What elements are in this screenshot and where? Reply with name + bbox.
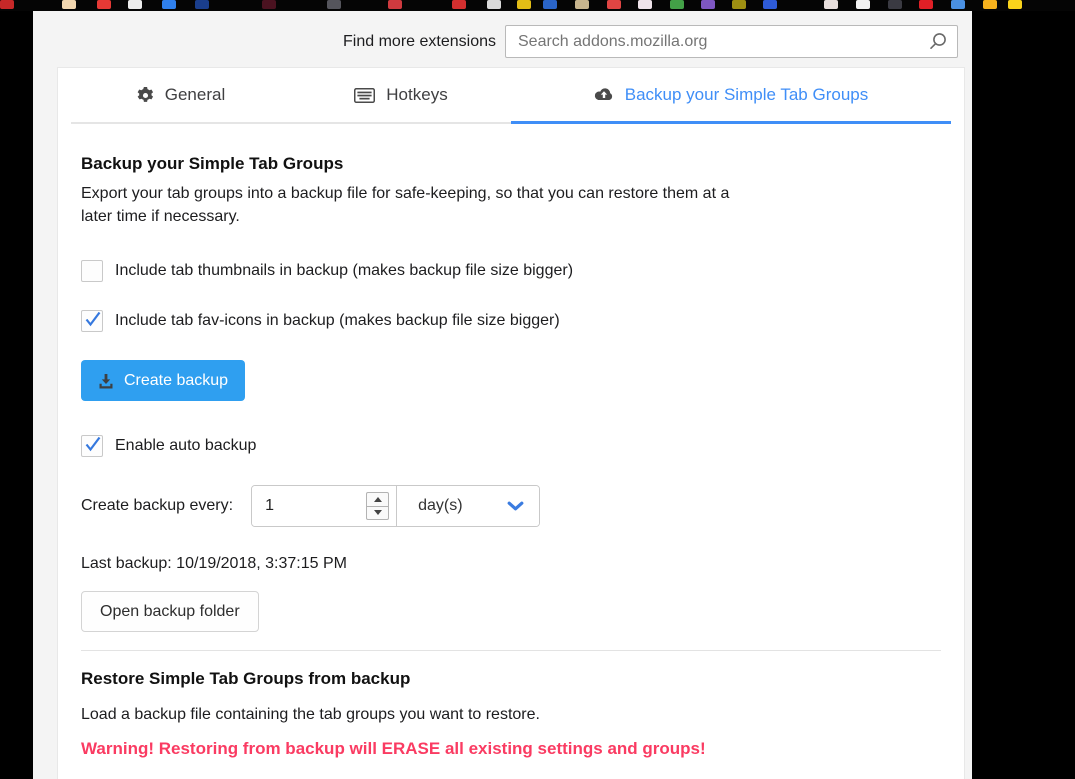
- bookmark-favicon-icon[interactable]: [701, 0, 715, 9]
- description-line: later time if necessary.: [81, 205, 941, 228]
- bookmark-favicon-icon[interactable]: [670, 0, 684, 9]
- bookmark-favicon-icon[interactable]: [951, 0, 965, 9]
- restore-section-heading: Restore Simple Tab Groups from backup: [81, 669, 941, 689]
- options-tabs: General Hotkeys Backup your Simple Tab G…: [71, 68, 951, 124]
- backup-interval-group: day(s): [251, 485, 540, 527]
- search-input[interactable]: [518, 33, 920, 51]
- checkmark-icon: [83, 309, 103, 329]
- bookmark-favicon-icon[interactable]: [162, 0, 176, 9]
- section-divider: [81, 650, 941, 651]
- bookmark-favicon-icon[interactable]: [983, 0, 997, 9]
- interval-number-wrap: [252, 486, 397, 526]
- cloud-upload-icon: [594, 87, 614, 102]
- include-thumbnails-row: Include tab thumbnails in backup (makes …: [81, 260, 941, 282]
- include-favicons-label[interactable]: Include tab fav-icons in backup (makes b…: [115, 312, 560, 330]
- bookmark-favicon-icon[interactable]: [262, 0, 276, 9]
- tab-hotkeys-label: Hotkeys: [386, 85, 447, 105]
- bookmark-favicon-icon[interactable]: [824, 0, 838, 9]
- addons-search-box: [505, 25, 958, 58]
- bookmark-favicon-icon[interactable]: [97, 0, 111, 9]
- open-folder-row: Open backup folder: [81, 573, 941, 632]
- description-line: Export your tab groups into a backup fil…: [81, 182, 941, 205]
- find-more-extensions-label: Find more extensions: [343, 33, 496, 51]
- tab-backup-label: Backup your Simple Tab Groups: [625, 85, 868, 105]
- bookmark-favicon-icon[interactable]: [487, 0, 501, 9]
- gear-icon: [137, 87, 154, 104]
- create-backup-row: Create backup: [81, 332, 941, 401]
- interval-unit-select[interactable]: day(s): [397, 486, 539, 526]
- download-icon: [98, 373, 114, 389]
- open-backup-folder-button[interactable]: Open backup folder: [81, 591, 259, 632]
- bookmarks-toolbar: [0, 0, 1075, 11]
- interval-unit-value: day(s): [418, 497, 462, 515]
- tab-backup[interactable]: Backup your Simple Tab Groups: [511, 68, 951, 124]
- tab-general-label: General: [165, 85, 225, 105]
- create-backup-button-label: Create backup: [124, 372, 228, 390]
- keyboard-icon: [354, 88, 375, 103]
- spinner-down-button[interactable]: [367, 507, 388, 520]
- checkmark-icon: [83, 434, 103, 454]
- open-backup-folder-label: Open backup folder: [100, 603, 240, 621]
- bookmark-favicon-icon[interactable]: [388, 0, 402, 9]
- chevron-down-icon: [507, 501, 524, 512]
- bookmark-favicon-icon[interactable]: [575, 0, 589, 9]
- restore-warning-text: Warning! Restoring from backup will ERAS…: [81, 738, 941, 760]
- auto-backup-row: Enable auto backup: [81, 435, 941, 457]
- find-extensions-row: Find more extensions: [343, 25, 958, 58]
- addons-options-page: Find more extensions General: [33, 11, 972, 779]
- backup-section-heading: Backup your Simple Tab Groups: [81, 154, 941, 174]
- tab-general[interactable]: General: [71, 68, 291, 124]
- bookmark-favicon-icon[interactable]: [543, 0, 557, 9]
- bookmark-favicon-icon[interactable]: [517, 0, 531, 9]
- enable-auto-backup-label[interactable]: Enable auto backup: [115, 437, 256, 455]
- bookmark-favicon-icon[interactable]: [732, 0, 746, 9]
- bookmark-favicon-icon[interactable]: [128, 0, 142, 9]
- bookmark-favicon-icon[interactable]: [856, 0, 870, 9]
- backup-interval-row: Create backup every:: [81, 485, 941, 527]
- bookmark-favicon-icon[interactable]: [888, 0, 902, 9]
- backup-interval-label: Create backup every:: [81, 497, 233, 515]
- include-favicons-checkbox[interactable]: [81, 310, 103, 332]
- triangle-up-icon: [374, 497, 382, 502]
- bookmark-favicon-icon[interactable]: [638, 0, 652, 9]
- backup-section-description: Export your tab groups into a backup fil…: [81, 182, 941, 228]
- bookmark-favicon-icon[interactable]: [0, 0, 14, 9]
- spinner-up-button[interactable]: [367, 493, 388, 507]
- enable-auto-backup-checkbox[interactable]: [81, 435, 103, 457]
- create-backup-button[interactable]: Create backup: [81, 360, 245, 401]
- bookmark-favicon-icon[interactable]: [327, 0, 341, 9]
- backup-tab-content: Backup your Simple Tab Groups Export you…: [58, 124, 964, 760]
- bookmark-favicon-icon[interactable]: [763, 0, 777, 9]
- bookmark-favicon-icon[interactable]: [919, 0, 933, 9]
- bookmark-favicon-icon[interactable]: [195, 0, 209, 9]
- bookmark-favicon-icon[interactable]: [607, 0, 621, 9]
- include-thumbnails-label[interactable]: Include tab thumbnails in backup (makes …: [115, 262, 573, 280]
- bookmark-favicon-icon[interactable]: [62, 0, 76, 9]
- options-panel: General Hotkeys Backup your Simple Tab G…: [57, 67, 965, 779]
- include-thumbnails-checkbox[interactable]: [81, 260, 103, 282]
- triangle-down-icon: [374, 510, 382, 515]
- search-icon[interactable]: [928, 32, 947, 51]
- restore-section-description: Load a backup file containing the tab gr…: [81, 703, 941, 726]
- number-spinner: [366, 492, 389, 520]
- bookmark-favicon-icon[interactable]: [452, 0, 466, 9]
- bookmark-favicon-icon[interactable]: [1008, 0, 1022, 9]
- last-backup-text: Last backup: 10/19/2018, 3:37:15 PM: [81, 555, 941, 573]
- tab-hotkeys[interactable]: Hotkeys: [291, 68, 511, 124]
- include-favicons-row: Include tab fav-icons in backup (makes b…: [81, 310, 941, 332]
